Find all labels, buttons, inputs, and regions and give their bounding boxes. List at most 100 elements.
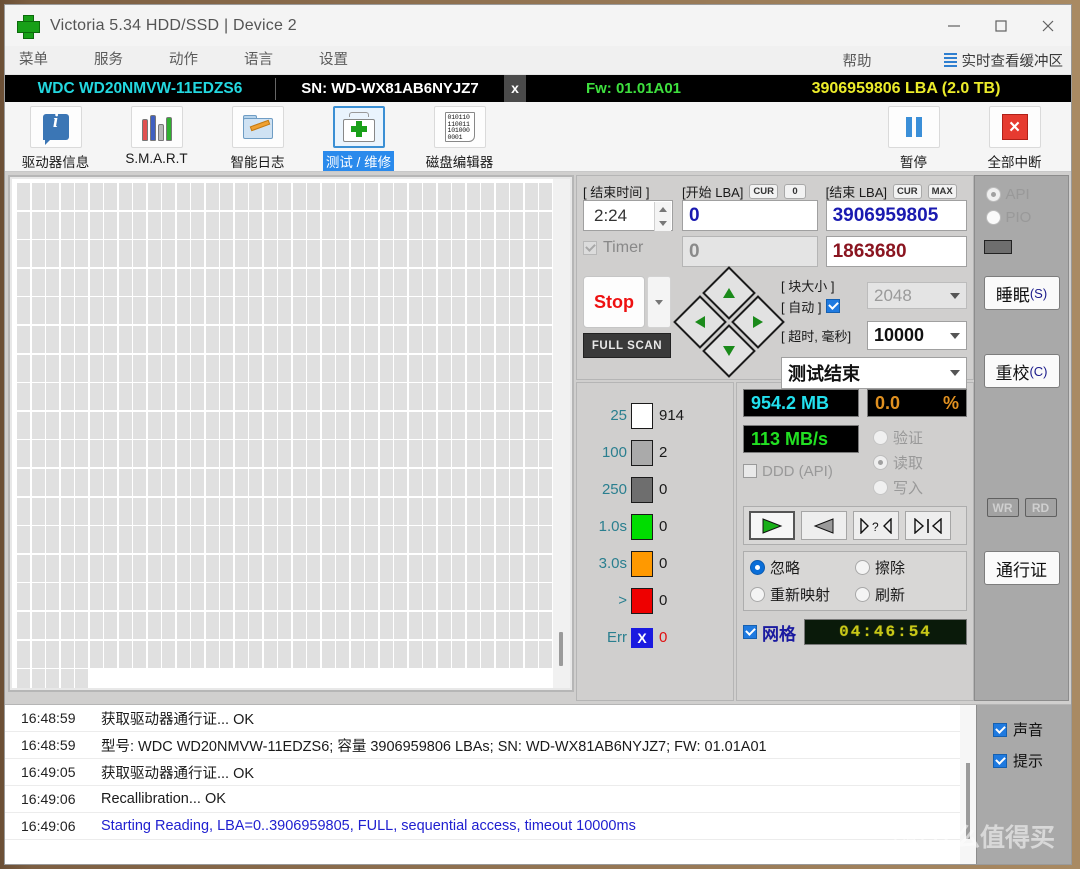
access-pio-option[interactable]: PIO <box>985 209 1058 226</box>
grid-block <box>336 497 349 525</box>
grid-block <box>524 240 538 268</box>
grid-block <box>75 469 88 496</box>
grid-block <box>147 183 161 210</box>
grid-block <box>17 554 30 582</box>
end-lba-max-button[interactable]: MAX <box>927 183 957 199</box>
menu-main[interactable]: 菜单 <box>9 46 58 75</box>
map-scrollbar[interactable] <box>553 179 570 688</box>
menu-language[interactable]: 语言 <box>234 46 283 75</box>
butterfly-seek-button[interactable] <box>905 511 951 540</box>
legend-row-error: Err X 0 <box>577 619 733 656</box>
pause-button[interactable]: 暂停 <box>863 102 964 171</box>
timer-checkbox[interactable] <box>583 241 597 255</box>
mode-read-radio[interactable] <box>873 455 888 470</box>
start-lba-cur-button[interactable]: CUR <box>749 183 779 199</box>
grid-checkbox[interactable] <box>743 625 757 639</box>
play-backward-button[interactable] <box>801 511 847 540</box>
stop-dropdown-button[interactable] <box>647 276 671 328</box>
play-forward-button[interactable] <box>749 511 795 540</box>
stop-all-button[interactable]: × 全部中断 <box>964 102 1065 171</box>
log-scrollbar-thumb[interactable] <box>966 763 970 839</box>
grid-block <box>104 297 117 325</box>
grid-block <box>510 183 523 210</box>
minimize-button[interactable] <box>930 5 977 46</box>
ddd-api-checkbox[interactable] <box>743 464 757 478</box>
tab-smart-log[interactable]: 智能日志 <box>207 102 308 171</box>
end-time-spinner[interactable]: 2:24 <box>583 200 673 231</box>
tab-disk-editor[interactable]: 010110 110011 101000 0001 磁盘编辑器 <box>409 102 510 171</box>
surface-map[interactable] <box>12 179 570 688</box>
timeout-select[interactable]: 10000 <box>867 321 967 350</box>
grid-block <box>263 583 277 611</box>
sound-option[interactable]: 声音 <box>987 719 1071 740</box>
mode-verify-radio[interactable] <box>873 430 888 445</box>
action-remap-radio[interactable] <box>750 587 765 602</box>
on-finish-select[interactable]: 测试结束 <box>781 357 967 389</box>
sound-checkbox[interactable] <box>993 722 1007 737</box>
grid-block <box>118 297 132 325</box>
close-button[interactable] <box>1024 5 1071 46</box>
start-lba-input[interactable]: 0 <box>682 200 818 231</box>
end-time-down[interactable] <box>655 216 671 231</box>
grid-block <box>365 383 378 411</box>
full-scan-badge[interactable]: FULL SCAN <box>583 333 671 358</box>
start-lba-second-input[interactable]: 0 <box>682 236 818 267</box>
grid-block <box>466 326 480 353</box>
start-lba-cur-value[interactable]: 0 <box>784 183 807 199</box>
api-radio[interactable] <box>985 187 1001 202</box>
end-lba-input[interactable]: 3906959805 <box>825 200 967 231</box>
grid-block <box>46 383 59 411</box>
legend-threshold: 250 <box>601 481 627 498</box>
map-scrollbar-thumb[interactable] <box>559 632 563 666</box>
scan-direction-dpad[interactable] <box>673 266 785 378</box>
recalibrate-button[interactable]: 重校 (C) <box>983 354 1060 388</box>
mode-write-radio[interactable] <box>873 480 888 495</box>
auto-block-size-checkbox[interactable] <box>826 299 841 313</box>
pio-radio[interactable] <box>985 210 1001 225</box>
hint-checkbox[interactable] <box>993 753 1007 768</box>
tab-drive-info[interactable]: 驱动器信息 <box>5 102 106 171</box>
passport-button[interactable]: 通行证 <box>983 551 1060 585</box>
grid-block <box>75 612 88 639</box>
grid-block <box>365 612 378 639</box>
grid-block <box>89 554 103 582</box>
block-grid[interactable] <box>17 183 567 688</box>
action-erase[interactable]: 擦除 <box>855 557 960 578</box>
tab-test-repair[interactable]: 测试 / 维修 <box>308 102 409 171</box>
grid-block <box>205 526 219 554</box>
grid-block <box>495 440 509 468</box>
device-close-button[interactable]: x <box>504 75 526 102</box>
grid-block <box>278 268 291 296</box>
action-ignore-radio[interactable] <box>750 560 765 575</box>
menu-actions[interactable]: 动作 <box>159 46 208 75</box>
action-erase-radio[interactable] <box>855 560 870 575</box>
log-list[interactable]: 16:48:59 获取驱动器通行证... OK 16:48:59 型号: WDC… <box>5 705 960 864</box>
grid-block <box>75 583 88 611</box>
grid-block <box>75 297 88 325</box>
action-refresh[interactable]: 刷新 <box>855 584 960 605</box>
end-time-up[interactable] <box>655 202 671 217</box>
sleep-button[interactable]: 睡眠 (S) <box>983 276 1060 310</box>
menu-help[interactable]: 帮助 <box>843 50 872 71</box>
end-lba-cur-button[interactable]: CUR <box>893 183 922 199</box>
grid-block <box>452 497 465 525</box>
end-lba-second-input[interactable]: 1863680 <box>825 236 967 267</box>
log-scrollbar[interactable] <box>960 705 976 864</box>
menu-service[interactable]: 服务 <box>84 46 133 75</box>
grid-block <box>133 268 146 296</box>
stop-scan-button[interactable]: Stop <box>583 276 645 328</box>
grid-block <box>162 497 175 525</box>
grid-block <box>423 440 436 468</box>
log-row: 16:49:06 Starting Reading, LBA=0..390695… <box>5 813 960 840</box>
menu-settings[interactable]: 设置 <box>309 46 358 75</box>
access-api-option[interactable]: API <box>985 186 1058 203</box>
tab-smart[interactable]: S.M.A.R.T <box>106 102 207 166</box>
action-refresh-radio[interactable] <box>855 587 870 602</box>
random-seek-button[interactable]: ? <box>853 511 899 540</box>
buffer-view-label[interactable]: 实时查看缓冲区 <box>962 50 1064 71</box>
hint-option[interactable]: 提示 <box>987 750 1071 771</box>
block-size-select[interactable]: 2048 <box>867 282 967 309</box>
maximize-button[interactable] <box>977 5 1024 46</box>
action-ignore[interactable]: 忽略 <box>750 557 855 578</box>
action-remap[interactable]: 重新映射 <box>750 584 855 605</box>
